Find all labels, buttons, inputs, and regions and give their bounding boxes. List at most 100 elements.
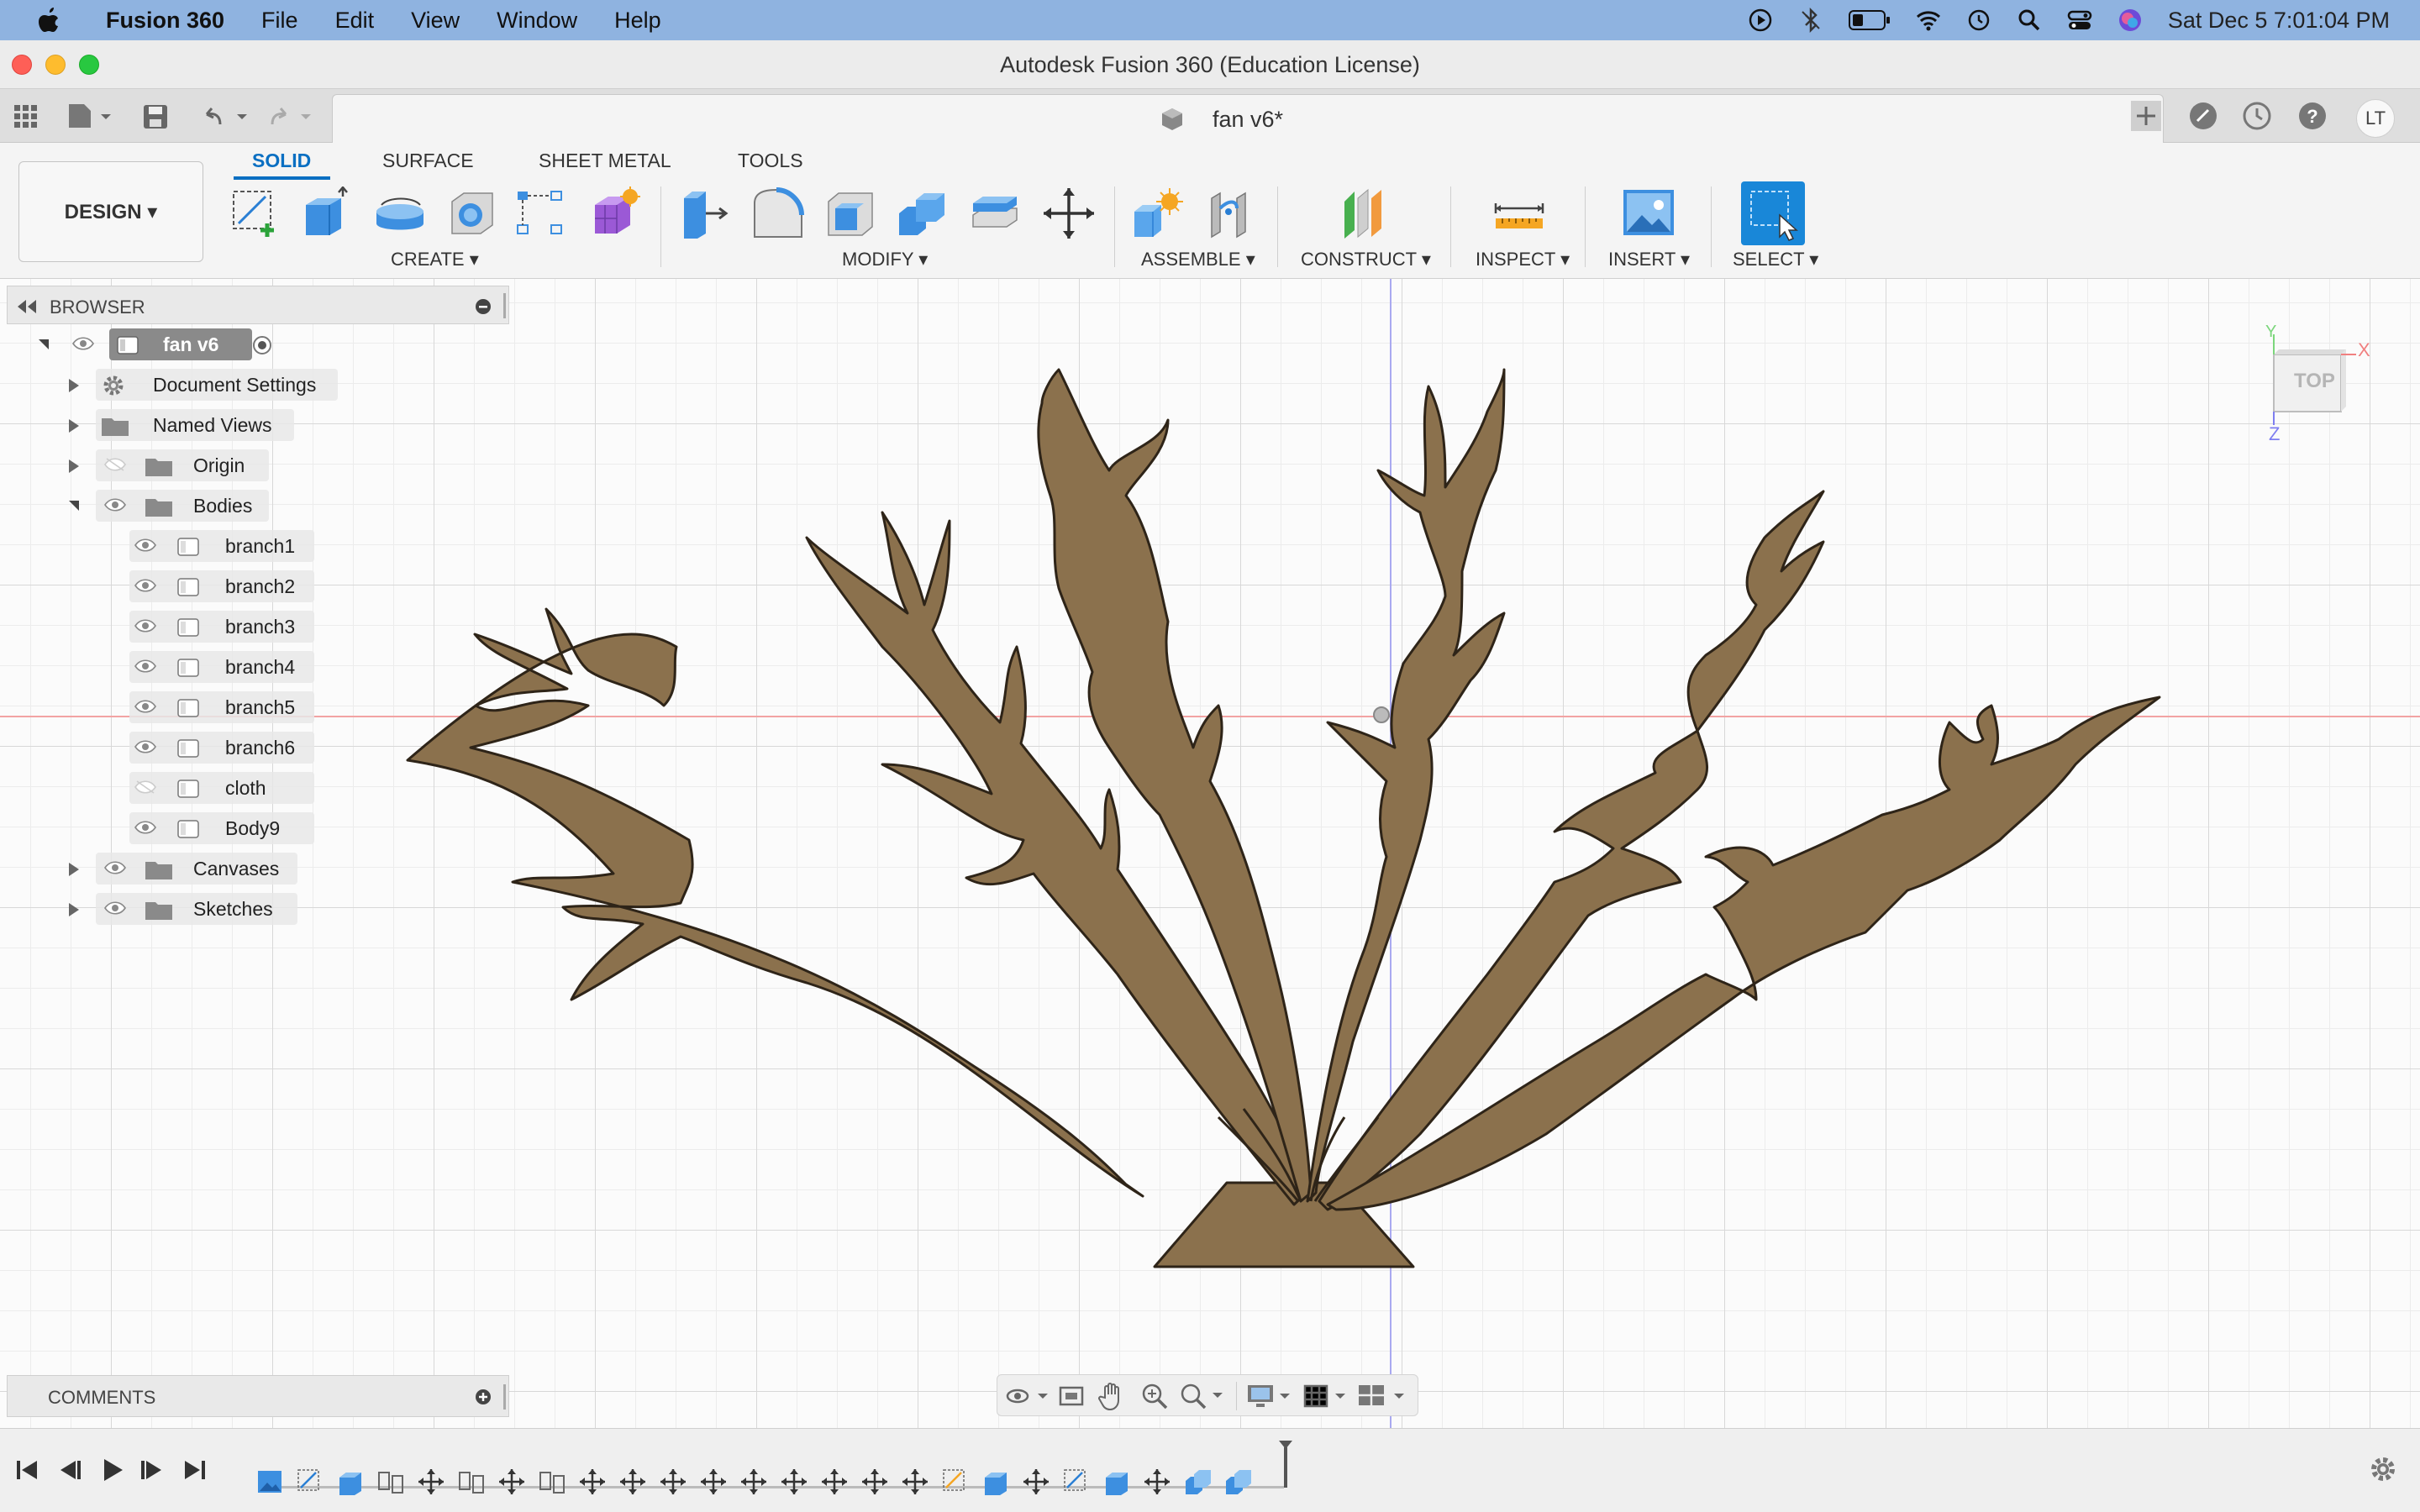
expand-toggle[interactable]	[39, 339, 49, 349]
fillet-icon[interactable]	[751, 186, 805, 240]
assemble-group-label[interactable]: ASSEMBLE ▾	[1141, 249, 1255, 270]
modify-group-label[interactable]: MODIFY ▾	[842, 249, 928, 270]
battery-icon[interactable]	[1848, 9, 1891, 31]
step-forward-icon[interactable]	[138, 1456, 166, 1484]
wifi-icon[interactable]	[1916, 8, 1941, 33]
move-feature-icon[interactable]	[578, 1467, 607, 1496]
body-item[interactable]: branch6	[7, 729, 343, 766]
comments-panel[interactable]: COMMENTS	[7, 1375, 509, 1417]
move-feature-icon[interactable]	[739, 1467, 768, 1496]
time-machine-icon[interactable]	[1966, 8, 1991, 33]
move-feature-icon[interactable]	[820, 1467, 849, 1496]
viewports-icon[interactable]	[1357, 1383, 1411, 1410]
create-group-label[interactable]: CREATE ▾	[391, 249, 479, 270]
fit-zoom-icon[interactable]	[1179, 1382, 1226, 1410]
body-item[interactable]: branch1	[7, 528, 343, 564]
joint-icon[interactable]	[1203, 186, 1257, 240]
visibility-eye-icon[interactable]	[134, 659, 156, 673]
visibility-eye-icon[interactable]	[134, 579, 156, 592]
move-feature-icon[interactable]	[618, 1467, 647, 1496]
joint-feature-icon[interactable]	[376, 1467, 405, 1496]
browser-root-node[interactable]: fan v6	[7, 326, 292, 363]
browser-node-origin[interactable]: Origin	[7, 447, 343, 484]
timeline-track[interactable]	[255, 1441, 1292, 1496]
move-feature-icon[interactable]	[699, 1467, 728, 1496]
tab-tools[interactable]: TOOLS	[738, 150, 803, 172]
construct-group-label[interactable]: CONSTRUCT ▾	[1301, 249, 1431, 270]
create-form-icon[interactable]	[588, 186, 642, 240]
visibility-eye-icon[interactable]	[134, 700, 156, 713]
body-item[interactable]: branch5	[7, 689, 343, 726]
display-settings-icon[interactable]	[1246, 1383, 1295, 1410]
body-item[interactable]: Body9	[7, 810, 343, 847]
insert-group-label[interactable]: INSERT ▾	[1608, 249, 1690, 270]
play-icon[interactable]	[1748, 8, 1773, 33]
grid-settings-icon[interactable]	[1302, 1383, 1350, 1410]
go-to-start-icon[interactable]	[13, 1456, 42, 1484]
move-feature-icon[interactable]	[901, 1467, 929, 1496]
menu-window[interactable]: Window	[497, 8, 577, 34]
create-sketch-icon[interactable]	[229, 186, 282, 240]
body-item[interactable]: cloth	[7, 769, 343, 806]
visibility-hidden-icon[interactable]	[104, 458, 126, 471]
visibility-eye-icon[interactable]	[134, 619, 156, 633]
move-feature-icon[interactable]	[417, 1467, 445, 1496]
menu-file[interactable]: File	[261, 8, 298, 34]
body-item[interactable]: branch4	[7, 648, 343, 685]
new-component-icon[interactable]	[1131, 186, 1185, 240]
visibility-eye-icon[interactable]	[104, 861, 126, 874]
collapse-browser-icon[interactable]	[16, 300, 38, 313]
comments-resize-handle[interactable]	[503, 1384, 506, 1410]
document-tab[interactable]: fan v6*	[332, 94, 2164, 143]
extrude-feature-icon[interactable]	[1102, 1467, 1131, 1496]
sketch-feature-icon[interactable]	[1062, 1467, 1091, 1496]
pattern-icon[interactable]	[514, 186, 568, 240]
timeline-marker[interactable]	[1279, 1441, 1292, 1493]
save-icon[interactable]	[143, 104, 168, 129]
offset-face-icon[interactable]	[968, 186, 1022, 240]
activate-radio-icon[interactable]	[252, 335, 272, 355]
menu-help[interactable]: Help	[614, 8, 661, 34]
control-center-icon[interactable]	[2067, 8, 2092, 33]
step-back-icon[interactable]	[55, 1456, 84, 1484]
look-at-icon[interactable]	[1058, 1383, 1086, 1410]
siri-icon[interactable]	[2118, 8, 2143, 33]
combine-icon[interactable]	[896, 186, 950, 240]
expand-toggle[interactable]	[69, 501, 79, 511]
bluetooth-off-icon[interactable]	[1798, 8, 1823, 33]
apple-icon[interactable]	[37, 6, 62, 34]
data-panel-grid-icon[interactable]	[13, 104, 39, 129]
move-feature-icon[interactable]	[1143, 1467, 1171, 1496]
visibility-eye-icon[interactable]	[134, 538, 156, 552]
go-to-end-icon[interactable]	[180, 1456, 208, 1484]
extrude-feature-icon[interactable]	[336, 1467, 365, 1496]
browser-header[interactable]: BROWSER	[7, 286, 509, 324]
measure-icon[interactable]	[1492, 186, 1546, 240]
browser-node-sketches[interactable]: Sketches	[7, 890, 343, 927]
move-feature-icon[interactable]	[1022, 1467, 1050, 1496]
tab-surface[interactable]: SURFACE	[382, 150, 474, 172]
press-pull-icon[interactable]	[679, 186, 733, 240]
sketch-feature-icon[interactable]	[941, 1467, 970, 1496]
visibility-eye-icon[interactable]	[104, 498, 126, 512]
body-item[interactable]: branch2	[7, 568, 343, 605]
move-feature-icon[interactable]	[497, 1467, 526, 1496]
visibility-eye-icon[interactable]	[72, 337, 94, 350]
workspace-switcher[interactable]: DESIGN ▾	[18, 161, 203, 262]
spotlight-search-icon[interactable]	[2017, 8, 2042, 33]
browser-node-named-views[interactable]: Named Views	[7, 407, 343, 444]
move-copy-icon[interactable]	[1042, 186, 1096, 240]
hole-icon[interactable]	[445, 186, 499, 240]
browser-resize-handle[interactable]	[503, 293, 506, 318]
select-group-label[interactable]: SELECT ▾	[1733, 249, 1818, 270]
expand-toggle[interactable]	[69, 419, 79, 433]
visibility-eye-icon[interactable]	[134, 821, 156, 834]
body-item[interactable]: branch3	[7, 608, 343, 645]
extensions-icon[interactable]	[2188, 101, 2218, 131]
view-cube-face-label[interactable]: TOP	[2294, 370, 2335, 393]
browser-minimize-icon[interactable]	[475, 298, 492, 315]
expand-toggle[interactable]	[69, 903, 79, 916]
extrude-icon[interactable]	[301, 186, 355, 240]
visibility-eye-icon[interactable]	[134, 740, 156, 753]
menubar-clock[interactable]: Sat Dec 5 7:01:04 PM	[2168, 8, 2390, 34]
